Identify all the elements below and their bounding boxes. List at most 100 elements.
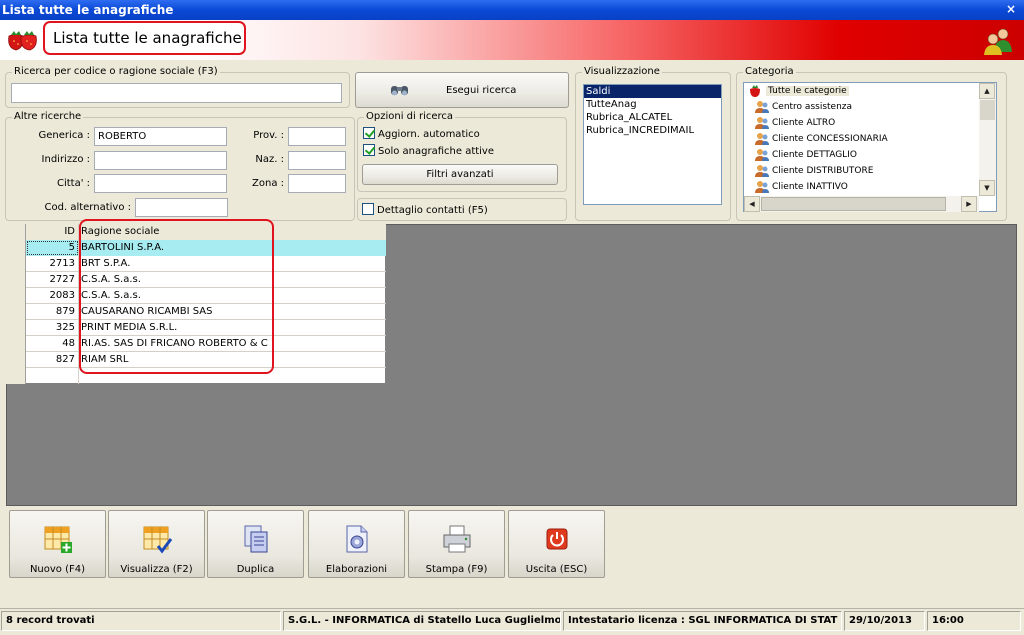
view-listbox[interactable]: Saldi TutteAnag Rubrica_ALCATEL Rubrica_… <box>583 84 722 205</box>
cell-name[interactable]: RI.AS. SAS DI FRICANO ROBERTO & C <box>79 336 386 352</box>
scroll-right-icon[interactable]: ▶ <box>961 196 977 212</box>
category-item[interactable]: Cliente CONCESSIONARIA <box>744 131 996 147</box>
prov-input[interactable] <box>288 127 346 146</box>
category-item-label: Cliente ALTRO <box>772 118 836 128</box>
scroll-up-icon[interactable]: ▲ <box>979 83 995 99</box>
binoculars-icon <box>391 86 408 96</box>
cell-id[interactable]: 5 <box>26 240 79 256</box>
category-item[interactable]: Cliente ALTRO <box>744 115 996 131</box>
row-selector[interactable] <box>6 272 26 288</box>
table-row[interactable]: 879 CAUSARANO RICAMBI SAS <box>6 304 386 320</box>
cell-name[interactable] <box>79 368 386 384</box>
cell-id[interactable]: 2727 <box>26 272 79 288</box>
contact-detail-checkbox[interactable]: Dettaglio contatti (F5) <box>362 203 488 216</box>
prov-label: Prov. : <box>253 130 284 141</box>
users-icon <box>755 101 769 113</box>
cell-name[interactable]: PRINT MEDIA S.R.L. <box>79 320 386 336</box>
category-item[interactable]: Cliente INATTIVO <box>744 179 996 195</box>
status-time: 16:00 <box>927 611 1021 631</box>
zona-input[interactable] <box>288 174 346 193</box>
row-selector[interactable] <box>6 256 26 272</box>
category-root-item[interactable]: Tutte le categorie <box>744 83 996 99</box>
printer-icon <box>443 525 471 553</box>
users-icon[interactable] <box>981 26 1017 56</box>
cell-name[interactable]: BRT S.P.A. <box>79 256 386 272</box>
table-row[interactable]: 2083 C.S.A. S.a.s. <box>6 288 386 304</box>
cell-id[interactable]: 2713 <box>26 256 79 272</box>
new-button[interactable]: Nuovo (F4) <box>9 510 106 578</box>
cell-name[interactable]: CAUSARANO RICAMBI SAS <box>79 304 386 320</box>
cell-name[interactable]: C.S.A. S.a.s. <box>79 272 386 288</box>
category-item[interactable]: Centro assistenza <box>744 99 996 115</box>
table-row[interactable]: 48 RI.AS. SAS DI FRICANO ROBERTO & C <box>6 336 386 352</box>
citta-input[interactable] <box>94 174 227 193</box>
row-selector[interactable] <box>6 304 26 320</box>
run-search-button[interactable]: Esegui ricerca <box>355 72 569 108</box>
category-item[interactable]: Cliente DISTRIBUTORE <box>744 163 996 179</box>
cell-id[interactable] <box>26 368 79 384</box>
cell-name[interactable]: RIAM SRL <box>79 352 386 368</box>
status-date: 29/10/2013 <box>844 611 925 631</box>
view-item[interactable]: Saldi <box>584 85 721 98</box>
duplicate-button[interactable]: Duplica <box>207 510 304 578</box>
row-selector[interactable] <box>6 240 26 256</box>
table-row[interactable]: 5 BARTOLINI S.P.A. <box>6 240 386 256</box>
users-icon <box>755 117 769 129</box>
results-grid[interactable]: ID Ragione sociale 5 BARTOLINI S.P.A. 27… <box>6 224 386 384</box>
category-item[interactable]: Cliente DETTAGLIO <box>744 147 996 163</box>
cell-id[interactable]: 2083 <box>26 288 79 304</box>
active-only-checkbox[interactable]: Solo anagrafiche attive <box>363 144 494 157</box>
hscroll-thumb[interactable] <box>761 197 946 211</box>
close-icon[interactable]: × <box>1004 1 1018 18</box>
table-row[interactable]: 827 RIAM SRL <box>6 352 386 368</box>
auto-update-checkbox[interactable]: Aggiorn. automatico <box>363 127 480 140</box>
cell-id[interactable]: 827 <box>26 352 79 368</box>
exit-button[interactable]: Uscita (ESC) <box>508 510 605 578</box>
table-row-empty[interactable] <box>6 368 386 384</box>
row-selector[interactable] <box>6 352 26 368</box>
active-only-check-icon <box>363 144 375 156</box>
category-item-label: Cliente DISTRIBUTORE <box>772 166 874 176</box>
vscroll-thumb[interactable] <box>980 100 995 120</box>
status-records: 8 record trovati <box>1 611 281 631</box>
view-item[interactable]: Rubrica_INCREDIMAIL <box>584 124 721 137</box>
contact-detail-label: Dettaglio contatti (F5) <box>377 205 488 216</box>
view-button[interactable]: Visualizza (F2) <box>108 510 205 578</box>
users-icon <box>755 181 769 193</box>
column-header-id[interactable]: ID <box>26 224 79 240</box>
cell-id[interactable]: 48 <box>26 336 79 352</box>
generica-input[interactable]: ROBERTO <box>94 127 227 146</box>
process-button[interactable]: Elaborazioni <box>308 510 405 578</box>
row-selector[interactable] <box>6 336 26 352</box>
print-button[interactable]: Stampa (F9) <box>408 510 505 578</box>
view-item[interactable]: Rubrica_ALCATEL <box>584 111 721 124</box>
row-selector[interactable] <box>6 320 26 336</box>
scroll-down-icon[interactable]: ▼ <box>979 180 995 196</box>
column-header-name[interactable]: Ragione sociale <box>79 224 386 240</box>
view-item[interactable]: TutteAnag <box>584 98 721 111</box>
zona-label: Zona : <box>252 178 284 189</box>
cell-name[interactable]: BARTOLINI S.P.A. <box>79 240 386 256</box>
citta-label: Citta' : <box>56 178 90 189</box>
cod-alternativo-input[interactable] <box>135 198 228 217</box>
process-button-label: Elaborazioni <box>325 564 388 575</box>
advanced-filters-button[interactable]: Filtri avanzati <box>362 164 558 185</box>
grid-corner <box>6 224 26 240</box>
category-root-label: Tutte le categorie <box>766 86 849 96</box>
category-group-label: Categoria <box>743 66 796 77</box>
cell-id[interactable]: 879 <box>26 304 79 320</box>
indirizzo-input[interactable] <box>94 151 227 170</box>
row-selector[interactable] <box>6 288 26 304</box>
cod-alternativo-label: Cod. alternativo : <box>44 202 131 213</box>
table-row[interactable]: 2727 C.S.A. S.a.s. <box>6 272 386 288</box>
users-icon <box>755 165 769 177</box>
category-tree[interactable]: Tutte le categorie Centro assistenza Cli… <box>743 82 997 212</box>
row-selector[interactable] <box>6 368 26 384</box>
table-row[interactable]: 325 PRINT MEDIA S.R.L. <box>6 320 386 336</box>
scroll-left-icon[interactable]: ◀ <box>744 196 760 212</box>
cell-name[interactable]: C.S.A. S.a.s. <box>79 288 386 304</box>
naz-input[interactable] <box>288 151 346 170</box>
cell-id[interactable]: 325 <box>26 320 79 336</box>
search-input[interactable] <box>11 83 342 103</box>
table-row[interactable]: 2713 BRT S.P.A. <box>6 256 386 272</box>
